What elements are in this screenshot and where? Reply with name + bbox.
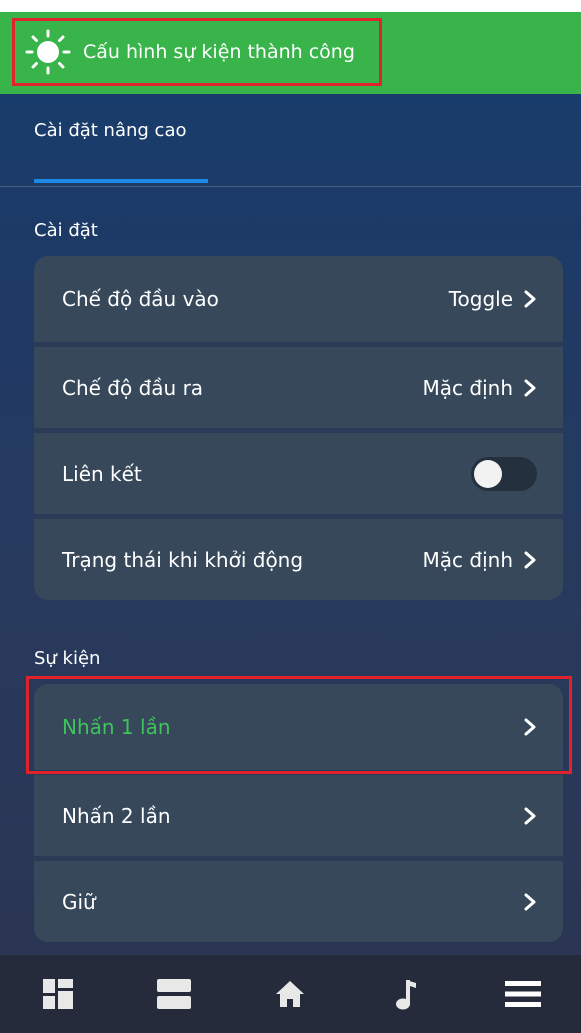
single-press-label: Nhấn 1 lần <box>62 715 171 739</box>
nav-music[interactable] <box>377 964 437 1024</box>
bottom-nav <box>0 955 581 1033</box>
link-row: Liên kết <box>34 428 563 514</box>
settings-section-title: Cài đặt <box>34 220 98 241</box>
events-section-title: Sự kiện <box>34 648 101 669</box>
sun-icon <box>25 29 71 75</box>
tab-bar: Cài đặt nâng cao <box>0 94 581 187</box>
status-strip <box>0 0 581 12</box>
tab-active-indicator <box>34 179 208 183</box>
chevron-right-icon <box>524 379 536 396</box>
input-mode-value: Toggle <box>448 287 513 311</box>
output-mode-row[interactable]: Chế độ đầu ra Mặc định <box>34 342 563 428</box>
menu-icon <box>504 981 541 1007</box>
nav-rooms[interactable] <box>144 964 204 1024</box>
music-icon <box>395 980 416 1010</box>
hold-row[interactable]: Giữ <box>34 856 563 942</box>
toast-message: Cấu hình sự kiện thành công <box>83 41 355 63</box>
toast-highlight-box: Cấu hình sự kiện thành công <box>12 18 382 86</box>
startup-state-label: Trạng thái khi khởi động <box>62 547 304 572</box>
home-icon <box>276 981 305 1007</box>
tab-advanced-settings[interactable]: Cài đặt nâng cao <box>34 120 187 141</box>
input-mode-row[interactable]: Chế độ đầu vào Toggle <box>34 256 563 342</box>
startup-state-row[interactable]: Trạng thái khi khởi động Mặc định <box>34 514 563 600</box>
toggle-knob <box>474 459 502 488</box>
rooms-icon <box>157 979 192 1009</box>
dashboard-icon <box>43 979 74 1009</box>
nav-home[interactable] <box>260 964 320 1024</box>
chevron-right-icon <box>524 551 536 568</box>
chevron-right-icon <box>524 718 536 736</box>
settings-card: Chế độ đầu vào Toggle Chế độ đầu ra Mặc … <box>34 256 563 600</box>
success-toast: Cấu hình sự kiện thành công <box>0 12 581 94</box>
events-card: Nhấn 1 lần Nhấn 2 lần Giữ <box>34 684 563 942</box>
hold-label: Giữ <box>62 889 96 914</box>
chevron-right-icon <box>524 807 536 824</box>
double-press-label: Nhấn 2 lần <box>62 803 171 828</box>
output-mode-label: Chế độ đầu ra <box>62 375 204 400</box>
nav-dashboard[interactable] <box>28 964 88 1024</box>
link-toggle[interactable] <box>471 456 537 491</box>
single-press-row[interactable]: Nhấn 1 lần <box>34 684 563 770</box>
nav-menu[interactable] <box>493 964 553 1024</box>
output-mode-value: Mặc định <box>422 375 513 400</box>
startup-state-value: Mặc định <box>422 547 513 572</box>
double-press-row[interactable]: Nhấn 2 lần <box>34 770 563 856</box>
input-mode-label: Chế độ đầu vào <box>62 287 219 311</box>
chevron-right-icon <box>524 290 536 308</box>
link-label: Liên kết <box>62 461 142 486</box>
chevron-right-icon <box>524 893 536 910</box>
